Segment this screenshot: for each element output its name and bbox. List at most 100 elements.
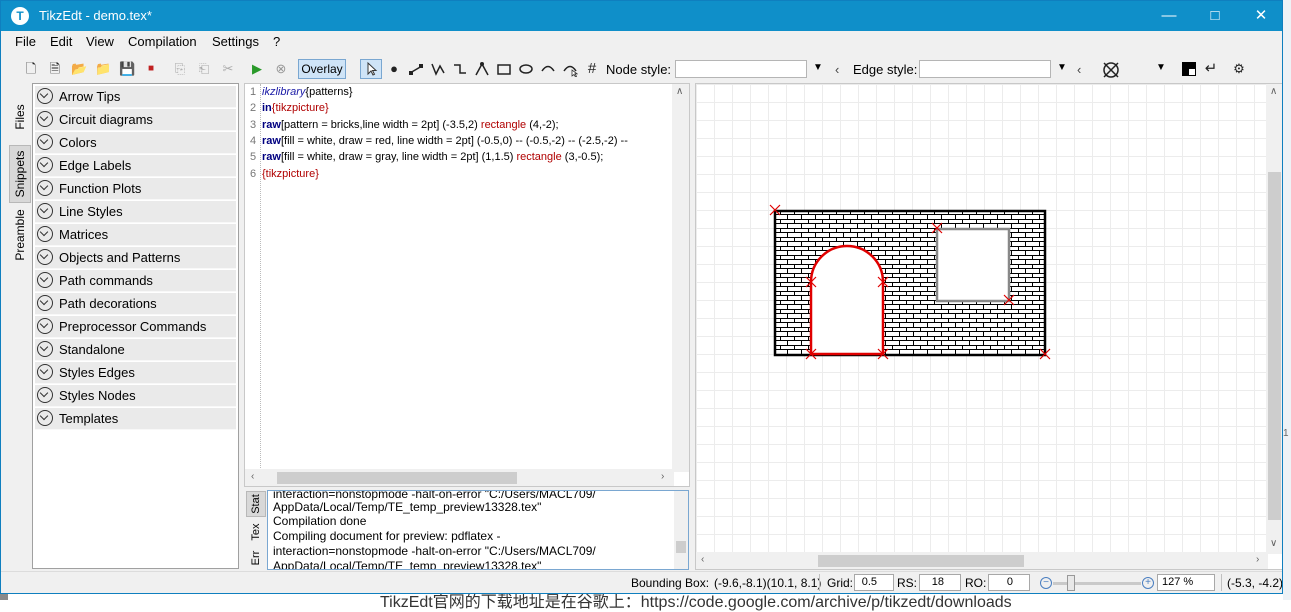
tab-preamble[interactable]: Preamble xyxy=(9,205,31,265)
code-token: [fill = white, draw = red, line width = … xyxy=(280,134,628,147)
chevron-down-icon xyxy=(37,410,53,426)
tab-tex-log[interactable]: Tex xyxy=(246,519,266,545)
menu-edit[interactable]: Edit xyxy=(50,34,72,49)
settings-small-icon[interactable]: ⚙ xyxy=(1231,61,1247,77)
editor-vertical-scrollbar[interactable]: ∧ xyxy=(672,84,689,472)
log-scrollbar[interactable] xyxy=(674,491,688,569)
snippet-item[interactable]: Circuit diagrams xyxy=(35,109,236,131)
newline-icon[interactable]: ↵ xyxy=(1203,61,1219,77)
new-from-template-icon[interactable]: 🗎 xyxy=(47,61,63,77)
abort-compile-icon[interactable]: ⊗ xyxy=(273,61,289,77)
fill-color-icon[interactable] xyxy=(1181,61,1197,77)
code-editor[interactable]: 123456 ikzlibrary{patterns} in{tikzpictur… xyxy=(244,83,690,487)
snippet-item[interactable]: Line Styles xyxy=(35,201,236,223)
edge-style-prev-icon[interactable]: ‹ xyxy=(1077,62,1081,77)
preview-horizontal-scrollbar[interactable]: ‹ › xyxy=(696,552,1268,569)
overlay-toggle[interactable]: Overlay xyxy=(298,59,346,79)
chevron-down-icon xyxy=(37,249,53,265)
edge-tool-icon[interactable] xyxy=(408,61,424,77)
open-folder-icon[interactable]: 📂 xyxy=(71,61,87,77)
edge-style-combo[interactable] xyxy=(919,60,1051,78)
dock-tabs: Files Snippets Preamble xyxy=(9,85,31,285)
tab-status-log[interactable]: Stat xyxy=(246,491,266,517)
snippet-item[interactable]: Function Plots xyxy=(35,178,236,200)
preview-vertical-scrollbar[interactable]: ∧ ∨ xyxy=(1266,84,1282,554)
cut-icon[interactable]: ✂ xyxy=(220,61,236,77)
snippet-item[interactable]: Templates xyxy=(35,408,236,430)
scroll-left-icon[interactable]: ‹ xyxy=(251,471,254,482)
zoom-in-icon[interactable]: + xyxy=(1142,577,1154,589)
ellipse-tool-icon[interactable] xyxy=(518,61,534,77)
zoom-out-icon[interactable]: − xyxy=(1040,577,1052,589)
maximize-button[interactable]: □ xyxy=(1192,1,1238,31)
snap-dropdown-icon[interactable]: ▼ xyxy=(1156,62,1166,73)
tab-files[interactable]: Files xyxy=(9,93,31,141)
rectangle-tool-icon[interactable] xyxy=(496,61,512,77)
select-tool-button[interactable] xyxy=(360,59,382,79)
code-token: raw xyxy=(262,118,281,131)
arc-tool-icon[interactable] xyxy=(540,61,556,77)
preview-vscroll-thumb[interactable] xyxy=(1268,172,1281,520)
grid-size-select[interactable]: 0.5 xyxy=(854,574,894,591)
zoom-slider-handle[interactable] xyxy=(1067,575,1075,591)
zoom-level-select[interactable]: 127 % xyxy=(1157,574,1215,591)
path-tool-icon[interactable] xyxy=(430,61,446,77)
menu-settings[interactable]: Settings xyxy=(212,34,259,49)
scroll-right-icon[interactable]: › xyxy=(661,471,664,482)
snippet-item[interactable]: Matrices xyxy=(35,224,236,246)
snippet-item[interactable]: Edge Labels xyxy=(35,155,236,177)
line-number-gutter: 1 2 3 4 5 6 xyxy=(245,84,261,474)
preview-hscroll-thumb[interactable] xyxy=(818,555,1024,567)
snippet-item[interactable]: Preprocessor Commands xyxy=(35,316,236,338)
smooth-curve-icon[interactable] xyxy=(474,61,490,77)
tab-error-log[interactable]: Err xyxy=(246,545,266,571)
snippet-item[interactable]: Styles Edges xyxy=(35,362,236,384)
grid-icon[interactable]: # xyxy=(584,61,600,77)
log-scroll-thumb[interactable] xyxy=(676,541,686,553)
open-recent-icon[interactable]: 📁 xyxy=(95,61,111,77)
editor-horizontal-scrollbar[interactable]: ‹ › xyxy=(245,469,674,486)
chevron-down-icon xyxy=(37,387,53,403)
code-token: in xyxy=(262,102,272,115)
scroll-up-icon[interactable]: ∧ xyxy=(676,86,683,97)
snippet-item[interactable]: Path decorations xyxy=(35,293,236,315)
snippet-item[interactable]: Arrow Tips xyxy=(35,86,236,108)
node-style-prev-icon[interactable]: ‹ xyxy=(835,62,839,77)
snap-toggle-icon[interactable] xyxy=(1101,61,1121,78)
snippet-item[interactable]: Colors xyxy=(35,132,236,154)
node-style-dropdown-icon[interactable]: ▼ xyxy=(813,62,823,73)
save-icon[interactable]: 💾 xyxy=(119,61,135,77)
scroll-right-icon[interactable]: › xyxy=(1256,554,1259,565)
compile-run-icon[interactable]: ▶ xyxy=(249,61,265,77)
arc-edit-tool-icon[interactable] xyxy=(562,61,579,78)
log-line: Compiling document for preview: pdflatex… xyxy=(273,529,501,543)
copy-icon[interactable]: ⎘ xyxy=(172,61,188,77)
status-log[interactable]: interaction=nonstopmode -halt-on-error "… xyxy=(267,490,689,570)
preview-canvas[interactable]: ∧ ∨ ‹ › xyxy=(695,83,1282,570)
scroll-left-icon[interactable]: ‹ xyxy=(701,554,704,565)
menu-compilation[interactable]: Compilation xyxy=(128,34,197,49)
edge-style-dropdown-icon[interactable]: ▼ xyxy=(1057,62,1067,73)
menu-help[interactable]: ? xyxy=(273,34,280,49)
ro-stepper[interactable]: 0 xyxy=(988,574,1030,591)
node-tool-icon[interactable]: ● xyxy=(386,61,402,77)
new-file-icon[interactable]: 🗋 xyxy=(23,61,39,77)
tab-snippets[interactable]: Snippets xyxy=(9,145,31,203)
paste-icon[interactable]: ⎗ xyxy=(196,61,212,77)
menu-view[interactable]: View xyxy=(86,34,114,49)
scroll-up-icon[interactable]: ∧ xyxy=(1270,86,1277,97)
node-style-combo[interactable] xyxy=(675,60,807,78)
scroll-down-icon[interactable]: ∨ xyxy=(1270,538,1277,549)
export-pdf-icon[interactable]: ■ xyxy=(143,61,159,77)
chevron-down-icon xyxy=(37,318,53,334)
close-button[interactable]: ✕ xyxy=(1238,1,1282,31)
minimize-button[interactable]: — xyxy=(1146,1,1192,31)
editor-hscroll-thumb[interactable] xyxy=(277,472,517,484)
snippet-item[interactable]: Standalone xyxy=(35,339,236,361)
snippet-item[interactable]: Styles Nodes xyxy=(35,385,236,407)
menu-file[interactable]: File xyxy=(15,34,36,49)
bezier-tool-icon[interactable] xyxy=(452,61,468,77)
rs-stepper[interactable]: 18 xyxy=(919,574,961,591)
snippet-item[interactable]: Path commands xyxy=(35,270,236,292)
snippet-item[interactable]: Objects and Patterns xyxy=(35,247,236,269)
